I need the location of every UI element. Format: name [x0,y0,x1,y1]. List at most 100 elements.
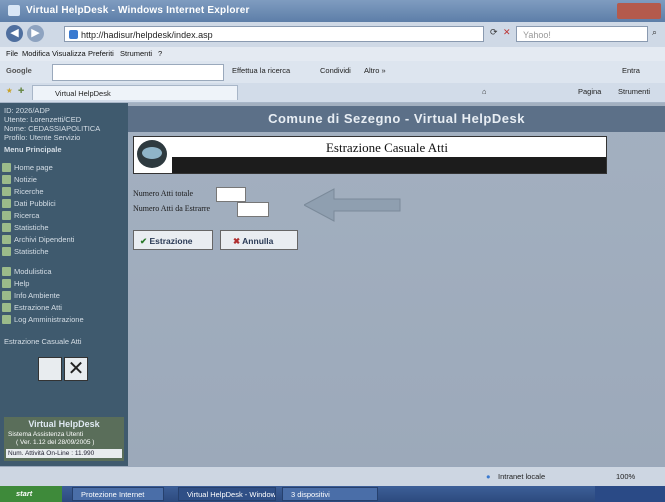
forward-button[interactable]: ▶ [27,25,44,42]
menu-strumenti[interactable]: Strumenti [120,49,152,58]
url-field[interactable]: http://hadisur/helpdesk/index.asp [64,26,484,42]
sidebar: ID: 2026/ADP Utente: Lorenzetti/CED Nome… [0,103,128,466]
sidebar-item-modulistica[interactable]: Modulistica [14,267,52,276]
cancel-button[interactable]: ✖ Annulla [220,230,298,250]
user-id: ID: 2026/ADP [4,106,50,115]
menu-preferiti[interactable]: Preferiti [88,49,114,58]
share-button[interactable]: Condividi [320,66,351,75]
user-fullname: Nome: CEDASSIAPOLITICA [4,124,101,133]
tab-virtual-helpdesk[interactable]: Virtual HelpDesk [32,85,238,100]
estrazione-icon [2,303,11,312]
window-controls[interactable] [617,3,661,19]
ricerca-icon [2,211,11,220]
page-menu[interactable]: Pagina [578,87,601,96]
system-tray [595,486,665,502]
menu-file[interactable]: File [6,49,18,58]
page-header: Estrazione Casuale Atti [133,136,607,174]
brand-title: Virtual HelpDesk [28,419,100,429]
arrow-left-icon [304,188,401,222]
sidebar-item-info[interactable]: Info Ambiente [14,291,60,300]
sidebar-item-ricerca[interactable]: Ricerca [14,211,39,220]
google-search-button[interactable]: Effettua la ricerca [232,66,290,75]
menu-bar: File Modifica Visualizza Preferiti Strum… [0,47,665,61]
menu-modifica[interactable]: Modifica [22,49,50,58]
footer-section-title: Estrazione Casuale Atti [4,337,82,346]
sidebar-item-help[interactable]: Help [14,279,29,288]
log-icon [2,315,11,324]
task-1[interactable]: Protezione Internet [72,487,164,501]
home-page-icon [2,163,11,172]
sidebar-item-log[interactable]: Log Amministrazione [14,315,84,324]
brand-box: Virtual HelpDesk Sistema Assistenza Uten… [4,417,124,461]
stop-icon[interactable]: ✕ [503,27,511,38]
browser-window: Virtual HelpDesk - Windows Internet Expl… [0,0,665,502]
extract-count-input[interactable] [237,202,269,217]
online-counter: Num. Attività On-Line : 11.990 [6,449,122,458]
info-icon [2,291,11,300]
refresh-icon[interactable]: ⟳ [490,27,498,38]
favorites-star-icon[interactable]: ★ [6,86,13,95]
total-atti-input[interactable] [216,187,246,202]
extract-count-label: Numero Atti da Estrarre [133,204,211,213]
sidebar-item-statistiche[interactable]: Statistiche [14,223,49,232]
page-icon [69,30,78,39]
check-icon: ✔ [140,236,148,246]
page-content: ID: 2026/ADP Utente: Lorenzetti/CED Nome… [0,103,665,466]
sidebar-item-estrazione[interactable]: Estrazione Atti [14,303,62,312]
logo-inner-icon [142,147,162,159]
window-title: Virtual HelpDesk - Windows Internet Expl… [26,5,250,16]
modulistica-icon [2,267,11,276]
main-panel: Comune di Sezegno - Virtual HelpDesk Est… [128,103,665,466]
more-button[interactable]: Altro » [364,66,386,75]
search-icon[interactable]: ⌕ [652,27,657,38]
sidebar-item-notizie[interactable]: Notizie [14,175,37,184]
archivi-icon [2,235,11,244]
tools-menu[interactable]: Strumenti [618,87,650,96]
notizie-icon [2,175,11,184]
google-toolbar: Google Effettua la ricerca Condividi Alt… [0,61,665,83]
statistiche-icon [2,223,11,232]
page-title: Estrazione Casuale Atti [325,140,449,155]
sidebar-item-ricerche[interactable]: Ricerche [14,187,44,196]
favorites-bar: ★ ✚ Virtual HelpDesk ⌂ Pagina Strumenti [0,83,665,103]
header-strip [172,157,606,173]
task-3[interactable]: 3 dispositivi [282,487,378,501]
menu-section-title: Menu Principale [4,145,62,154]
task-2[interactable]: Virtual HelpDesk - Windows [178,487,276,501]
close-x-icon[interactable]: ✕ [64,357,88,381]
tab-label: Virtual HelpDesk [55,89,111,98]
intranet-icon: ● [486,472,491,481]
cancel-button-label: Annulla [242,236,274,246]
start-button[interactable]: start [0,486,62,502]
zone-label: Intranet locale [498,472,546,481]
back-button[interactable]: ◀ [6,25,23,42]
zoom-level[interactable]: 100% [616,472,635,481]
address-bar: ◀ ▶ http://hadisur/helpdesk/index.asp ⟳ … [0,22,665,47]
google-logo: Google [6,66,32,75]
cancel-x-icon: ✖ [233,236,241,246]
user-profile: Profilo: Utente Servizio [4,133,81,142]
brand-line1: Sistema Assistenza Utenti [8,431,84,438]
home-icon[interactable]: ⌂ [482,87,487,96]
menu-visualizza[interactable]: Visualizza [52,49,86,58]
ricerche-icon [2,187,11,196]
user-avatar-icon[interactable] [38,357,62,381]
sidebar-item-dati-pubblici[interactable]: Dati Pubblici [14,199,56,208]
signin-link[interactable]: Entra [622,66,640,75]
site-banner: Comune di Sezegno - Virtual HelpDesk [128,106,665,132]
google-search-input[interactable] [52,64,224,81]
dati-pubblici-icon [2,199,11,208]
add-favorite-icon[interactable]: ✚ [18,86,24,95]
extract-button[interactable]: ✔ Estrazione [133,230,213,250]
url-text: http://hadisur/helpdesk/index.asp [81,30,213,40]
sidebar-item-home[interactable]: Home page [14,163,53,172]
statistiche2-icon [2,247,11,256]
menu-help[interactable]: ? [158,49,162,58]
sidebar-item-archivi[interactable]: Archivi Dipendenti [14,235,74,244]
status-bar: ● Intranet locale 100% [0,466,665,487]
brand-line2: ( Ver. 1.12 del 28/09/2005 ) [16,439,95,446]
ie-icon [8,5,20,16]
sidebar-item-statistiche-2[interactable]: Statistiche [14,247,49,256]
search-field[interactable]: Yahoo! [516,26,648,42]
taskbar: start Protezione Internet Virtual HelpDe… [0,486,665,502]
